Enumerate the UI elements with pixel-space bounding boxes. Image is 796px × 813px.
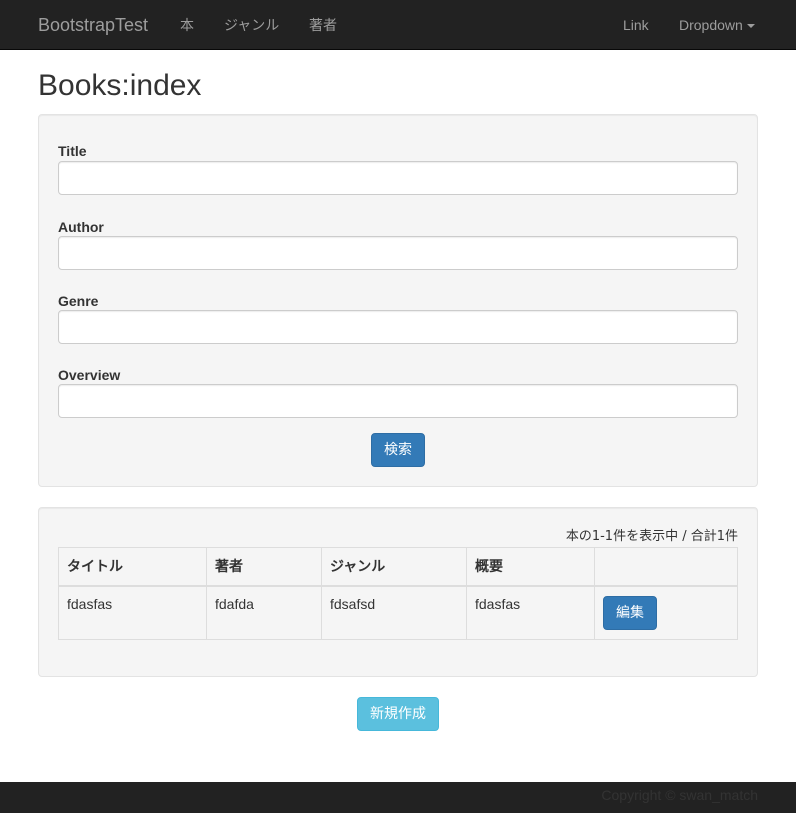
- results-panel: 本の1-1件を表示中 / 合計1件 タイトル 著者 ジャンル 概要 fdasfa…: [38, 507, 758, 677]
- overview-label: Overview: [58, 367, 121, 383]
- results-summary: 本の1-1件を表示中 / 合計1件: [565, 529, 738, 544]
- brand-link[interactable]: BootstrapTest: [38, 13, 148, 37]
- cell-title: fdasfas: [58, 585, 207, 640]
- nav-item-authors[interactable]: 著者: [309, 15, 337, 35]
- cell-actions: 編集: [594, 585, 738, 640]
- column-header-genre: ジャンル: [321, 547, 467, 587]
- cell-genre: fdsafsd: [321, 585, 467, 640]
- search-button[interactable]: 検索: [371, 433, 425, 467]
- column-header-overview: 概要: [466, 547, 595, 587]
- title-label: Title: [58, 143, 87, 159]
- genre-input[interactable]: [58, 310, 738, 344]
- cell-author: fdafda: [206, 585, 322, 640]
- copyright-text: Copyright © swan_match: [601, 787, 758, 803]
- overview-input[interactable]: [58, 384, 738, 418]
- nav-item-link[interactable]: Link: [623, 15, 649, 35]
- nav-dropdown-toggle[interactable]: Dropdown: [679, 15, 755, 35]
- table-row: fdasfas fdafda fdsafsd fdasfas 編集: [58, 585, 738, 640]
- nav-item-books[interactable]: 本: [180, 15, 194, 35]
- nav-dropdown-label: Dropdown: [679, 17, 743, 33]
- footer: Copyright © swan_match: [0, 782, 796, 813]
- edit-button[interactable]: 編集: [603, 595, 657, 630]
- table-header-row: タイトル 著者 ジャンル 概要: [58, 547, 738, 587]
- search-form-panel: Title Author Genre Overview 検索: [38, 114, 758, 487]
- page-title: Books:index: [38, 69, 202, 102]
- cell-overview: fdasfas: [466, 585, 595, 640]
- column-header-actions: [594, 547, 738, 587]
- new-book-button[interactable]: 新規作成: [357, 697, 439, 731]
- nav-item-genres[interactable]: ジャンル: [224, 15, 279, 35]
- caret-down-icon: [746, 24, 755, 29]
- genre-label: Genre: [58, 293, 99, 309]
- author-input[interactable]: [58, 236, 738, 270]
- results-table: タイトル 著者 ジャンル 概要 fdasfas fdafda fdsafsd f…: [58, 547, 738, 640]
- top-navbar: BootstrapTest 本 ジャンル 著者 Link Dropdown: [0, 0, 796, 50]
- column-header-title: タイトル: [58, 547, 207, 587]
- column-header-author: 著者: [206, 547, 322, 587]
- author-label: Author: [58, 219, 104, 235]
- title-input[interactable]: [58, 161, 738, 195]
